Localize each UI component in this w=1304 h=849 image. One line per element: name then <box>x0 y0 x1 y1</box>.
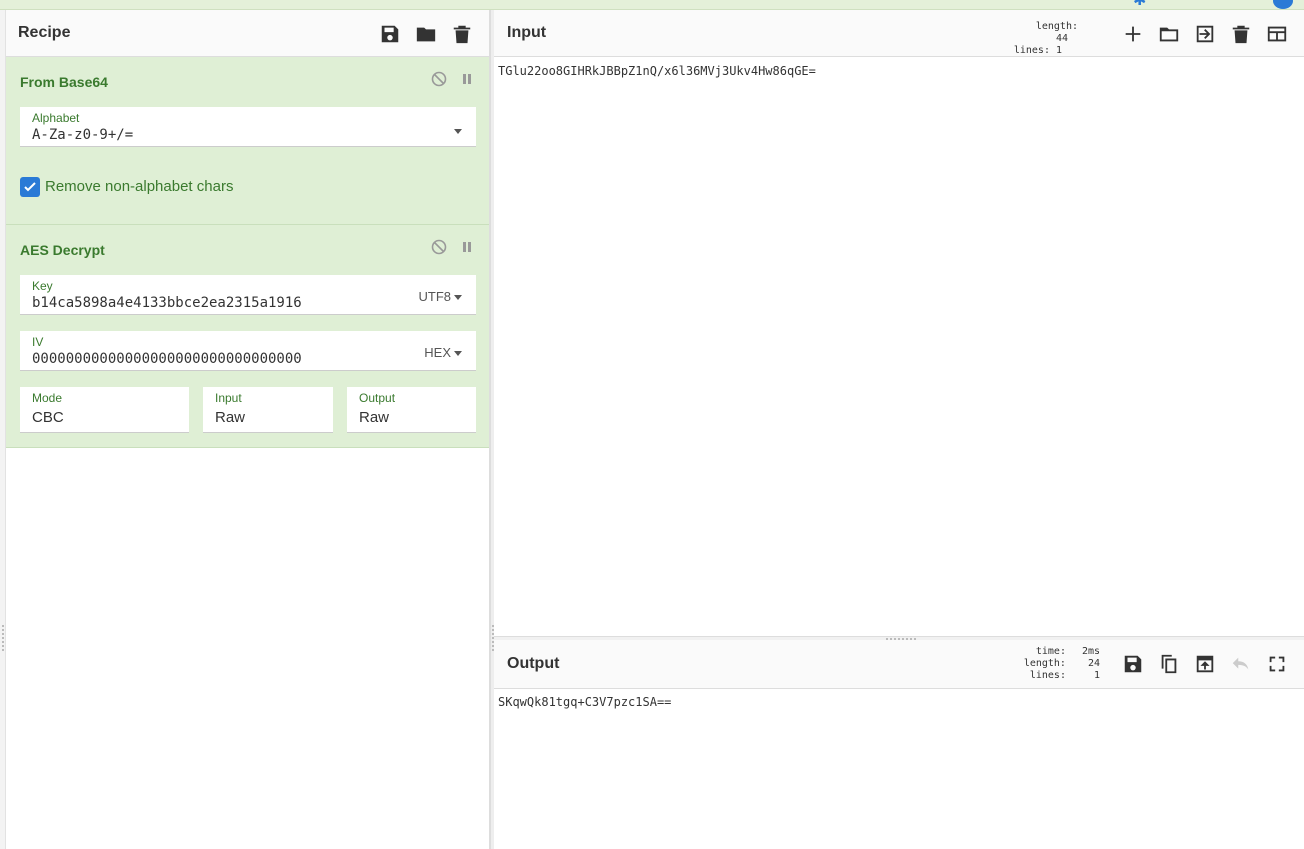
key-encoding-dropdown[interactable]: UTF8 <box>418 289 462 304</box>
fullscreen-icon <box>1269 656 1285 672</box>
operation-controls <box>431 71 475 87</box>
add-input-tab-button[interactable] <box>1115 20 1151 48</box>
input-format-value: Raw <box>215 409 246 426</box>
input-length-label: length: <box>1035 21 1078 32</box>
disable-icon[interactable] <box>431 239 447 255</box>
chevron-down-icon <box>454 351 462 357</box>
disable-icon[interactable] <box>431 71 447 87</box>
input-stats: length: 44 lines: 1 <box>1012 21 1078 57</box>
output-title: Output <box>507 655 560 672</box>
operation-title: From Base64 <box>20 74 108 90</box>
output-format-label: Output <box>359 391 396 405</box>
save-icon <box>1124 655 1142 673</box>
plus-icon <box>1125 26 1141 42</box>
alphabet-value: A-Za-z0-9+/= <box>32 127 134 143</box>
upload-icon <box>1196 655 1214 673</box>
save-icon <box>381 25 399 43</box>
iv-encoding-dropdown[interactable]: HEX <box>424 345 462 360</box>
mode-select[interactable]: Mode CBC <box>20 387 189 433</box>
recipe-header: Recipe <box>6 10 489 57</box>
input-length-value: 44 <box>1056 33 1069 44</box>
alphabet-label: Alphabet <box>32 111 80 125</box>
operation-from-base64[interactable]: From Base64 Alphabet A-Za-z0-9+/= Remove… <box>6 57 489 225</box>
input-toolbar <box>1115 20 1295 48</box>
undo-icon <box>1232 657 1249 670</box>
load-recipe-button[interactable] <box>408 20 444 48</box>
open-file-button[interactable] <box>1151 20 1187 48</box>
output-time-label: time: <box>1035 646 1066 657</box>
recipe-panel: Recipe From Base64 Alphabet A-Za-z0-9+/=… <box>6 10 490 849</box>
clear-recipe-button[interactable] <box>444 20 480 48</box>
output-stats: time: 2ms length: 24 lines: 1 <box>1020 646 1100 682</box>
undo-button[interactable] <box>1223 650 1259 678</box>
operation-controls <box>431 239 475 255</box>
output-format-value: Raw <box>359 409 390 426</box>
copy-output-button[interactable] <box>1151 650 1187 678</box>
output-length-value: 24 <box>1087 658 1100 669</box>
gear-icon[interactable]: ✱ <box>1133 0 1151 9</box>
maximise-output-button[interactable] <box>1259 650 1295 678</box>
output-panel: Output time: 2ms length: 24 lines: 1 SKq… <box>494 640 1304 849</box>
save-output-button[interactable] <box>1115 650 1151 678</box>
input-title: Input <box>507 24 547 41</box>
output-toolbar <box>1115 650 1295 678</box>
pause-icon[interactable] <box>459 239 475 255</box>
trash-icon <box>453 25 471 44</box>
chevron-down-icon <box>454 295 462 301</box>
recipe-title: Recipe <box>18 24 71 41</box>
iv-field[interactable]: IV 00000000000000000000000000000000 HEX <box>20 331 476 371</box>
save-recipe-button[interactable] <box>372 20 408 48</box>
left-splitter-grip[interactable] <box>2 625 4 651</box>
output-format-select[interactable]: Output Raw <box>347 387 476 433</box>
folder-icon <box>416 27 436 42</box>
key-label: Key <box>32 279 53 293</box>
iv-encoding-label: HEX <box>424 345 451 360</box>
copy-icon <box>1161 654 1177 674</box>
folder-open-icon <box>1159 27 1179 42</box>
pause-icon[interactable] <box>459 71 475 87</box>
trash-icon <box>1232 25 1250 44</box>
input-text[interactable]: TGlu22oo8GIHRkJBBpZ1nQ/x6l36MVj3Ukv4Hw86… <box>498 64 816 78</box>
help-icon[interactable] <box>1273 0 1293 9</box>
mode-value: CBC <box>32 409 64 426</box>
iv-label: IV <box>32 335 44 349</box>
recipe-toolbar <box>372 20 480 48</box>
output-lines-value: 1 <box>1093 670 1100 681</box>
reset-layout-button[interactable] <box>1259 20 1295 48</box>
key-field[interactable]: Key b14ca5898a4e4133bbce2ea2315a1916 UTF… <box>20 275 476 315</box>
input-lines-value: 1 <box>1056 45 1063 56</box>
input-lines-label: lines: <box>1013 45 1050 56</box>
replace-input-button[interactable] <box>1187 650 1223 678</box>
input-arrow-icon <box>1196 25 1214 43</box>
operation-aes-decrypt[interactable]: AES Decrypt Key b14ca5898a4e4133bbce2ea2… <box>6 225 489 448</box>
clear-input-button[interactable] <box>1223 20 1259 48</box>
alphabet-select[interactable]: Alphabet A-Za-z0-9+/= <box>20 107 476 147</box>
top-bar-strip: ✱ <box>0 0 1304 10</box>
remove-non-alphabet-checkbox[interactable] <box>20 177 40 197</box>
key-encoding-label: UTF8 <box>418 289 452 304</box>
iv-value[interactable]: 00000000000000000000000000000000 <box>32 351 302 367</box>
output-length-label: length: <box>1023 658 1066 669</box>
mode-label: Mode <box>32 391 63 405</box>
output-time-value: 2ms <box>1081 646 1100 657</box>
open-folder-button[interactable] <box>1187 20 1223 48</box>
output-text[interactable]: SKqwQk81tgq+C3V7pzc1SA== <box>498 695 671 709</box>
key-value[interactable]: b14ca5898a4e4133bbce2ea2315a1916 <box>32 295 302 311</box>
input-panel: Input length: 44 lines: 1 TGlu22oo8GIHRk… <box>494 10 1304 636</box>
output-lines-label: lines: <box>1029 670 1066 681</box>
remove-non-alphabet-label[interactable]: Remove non-alphabet chars <box>45 178 233 195</box>
operation-title: AES Decrypt <box>20 242 105 258</box>
check-icon <box>24 182 36 192</box>
chevron-down-icon[interactable] <box>451 123 462 138</box>
input-format-select[interactable]: Input Raw <box>203 387 333 433</box>
input-format-label: Input <box>215 391 242 405</box>
layout-icon <box>1267 26 1287 42</box>
